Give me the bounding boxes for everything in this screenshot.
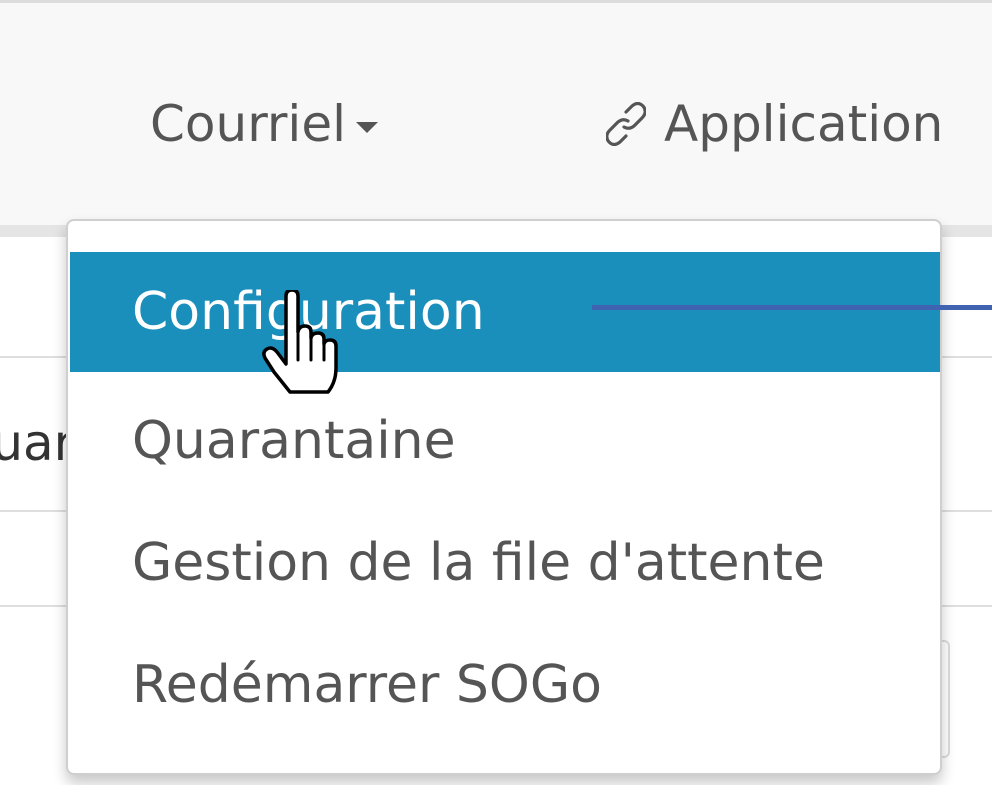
menu-item-label: Redémarrer SOGo <box>132 655 602 715</box>
menu-item-redemarrer-sogo[interactable]: Redémarrer SOGo <box>70 625 940 745</box>
menu-item-label: Quarantaine <box>132 411 456 471</box>
nav-courriel-label: Courriel <box>150 95 346 153</box>
annotation-line <box>592 305 992 310</box>
nav-applications-label: Application <box>664 95 944 153</box>
courriel-dropdown-menu: Configuration Quarantaine Gestion de la … <box>66 219 942 775</box>
hand-pointer-icon <box>262 290 338 394</box>
background-text-fragment: Quar <box>0 418 70 468</box>
screen: Courriel Application Quar Configuration … <box>0 0 992 785</box>
nav-courriel-dropdown[interactable]: Courriel <box>150 99 378 149</box>
menu-item-configuration[interactable]: Configuration <box>70 252 940 372</box>
caret-down-icon <box>355 121 378 133</box>
link-icon <box>606 102 646 146</box>
menu-item-gestion-file-attente[interactable]: Gestion de la file d'attente <box>70 503 940 623</box>
background-text: Quar <box>0 418 70 468</box>
nav-applications-link[interactable]: Application <box>606 99 943 149</box>
menu-item-label: Gestion de la file d'attente <box>132 533 825 593</box>
menu-item-quarantaine[interactable]: Quarantaine <box>70 381 940 501</box>
top-navbar: Courriel Application <box>0 0 992 225</box>
